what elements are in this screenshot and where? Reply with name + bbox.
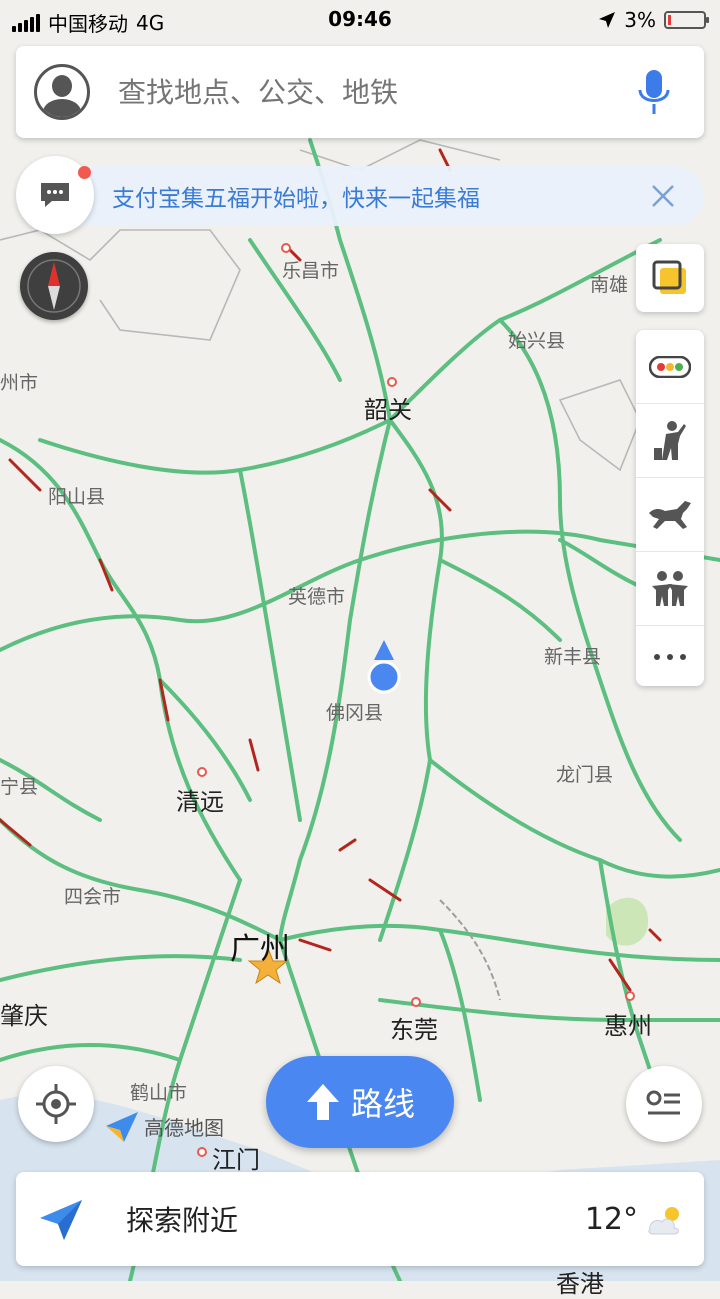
people-icon — [652, 570, 688, 606]
arrow-up-icon — [306, 1084, 339, 1120]
close-icon[interactable] — [648, 181, 678, 211]
map-label-jiangmen: 江门 — [212, 1146, 260, 1174]
battery-icon — [664, 11, 709, 29]
map-label-nanxiong: 南雄 — [590, 274, 629, 296]
list-button[interactable] — [626, 1066, 702, 1142]
map-label-fogang: 佛冈县 — [326, 702, 384, 724]
map-label-dongguan: 东莞 — [390, 1016, 438, 1044]
unread-badge — [78, 166, 91, 179]
location-arrow-icon — [599, 12, 616, 28]
map-label-huizhou: 惠州 — [604, 1012, 652, 1040]
current-location-dot — [367, 660, 401, 694]
map-label-yangshan: 阳山县 — [48, 486, 106, 508]
microphone-icon[interactable] — [634, 66, 674, 118]
compass-icon — [27, 259, 81, 313]
horse-icon — [649, 500, 691, 529]
locate-button[interactable] — [18, 1066, 94, 1142]
battery-percent: 3% — [624, 8, 656, 32]
map-label-qingyuan: 清远 — [176, 788, 224, 816]
temperature-label: 12° — [584, 1201, 638, 1237]
more-button[interactable] — [636, 626, 704, 688]
user-avatar-icon[interactable] — [34, 64, 90, 120]
layers-button[interactable] — [636, 244, 704, 312]
amap-logo: 高德地图 — [104, 1108, 224, 1144]
map-label-shaoguan: 韶关 — [364, 396, 412, 424]
map-label-lechang: 乐昌市 — [282, 260, 340, 282]
list-icon — [646, 1090, 680, 1115]
locate-icon — [36, 1084, 76, 1124]
map-label-yingde: 英德市 — [288, 586, 346, 608]
amap-logo-text: 高德地图 — [144, 1115, 224, 1140]
paper-plane-icon — [40, 1200, 82, 1240]
promo-text[interactable]: 支付宝集五福开始啦，快来一起集福 — [112, 179, 648, 213]
amap-logo-icon — [106, 1112, 138, 1142]
map-label-zhaoqing: 肇庆 — [0, 1002, 48, 1030]
map-label-longmen: 龙门县 — [556, 764, 614, 786]
route-button[interactable]: 路线 — [266, 1056, 454, 1148]
promo-banner[interactable]: 支付宝集五福开始啦，快来一起集福 — [60, 166, 704, 226]
map-label-guangning: 宁县 — [0, 776, 39, 798]
traffic-icon — [649, 355, 691, 378]
street-view-icon — [654, 420, 686, 460]
status-bar: 中国移动 4G 09:46 3% — [0, 0, 720, 40]
map-label-hongkong: 香港 — [556, 1270, 604, 1298]
map-tools-panel — [636, 330, 704, 686]
route-label: 路线 — [350, 1085, 415, 1123]
layers-icon — [652, 260, 686, 294]
more-icon — [654, 654, 686, 660]
street-view-button[interactable] — [636, 404, 704, 478]
people-button[interactable] — [636, 552, 704, 626]
map-label-lianzhou: 州市 — [0, 372, 39, 394]
explore-nearby-bar[interactable]: 探索附近 12° — [16, 1172, 704, 1266]
compass-button[interactable] — [20, 252, 88, 320]
chat-bubble-icon — [41, 183, 69, 207]
map-label-guangzhou: 广州 — [230, 932, 290, 967]
map-label-shixing: 始兴县 — [508, 330, 566, 352]
horse-button[interactable] — [636, 478, 704, 552]
traffic-button[interactable] — [636, 330, 704, 404]
map-label-xinfeng: 新丰县 — [544, 646, 602, 668]
search-bar[interactable] — [16, 46, 704, 138]
map-label-sihui: 四会市 — [64, 886, 122, 908]
partly-cloudy-icon — [648, 1207, 679, 1235]
explore-nearby-label: 探索附近 — [126, 1204, 239, 1237]
map-label-heshan: 鹤山市 — [130, 1082, 188, 1104]
search-input[interactable] — [116, 74, 634, 110]
